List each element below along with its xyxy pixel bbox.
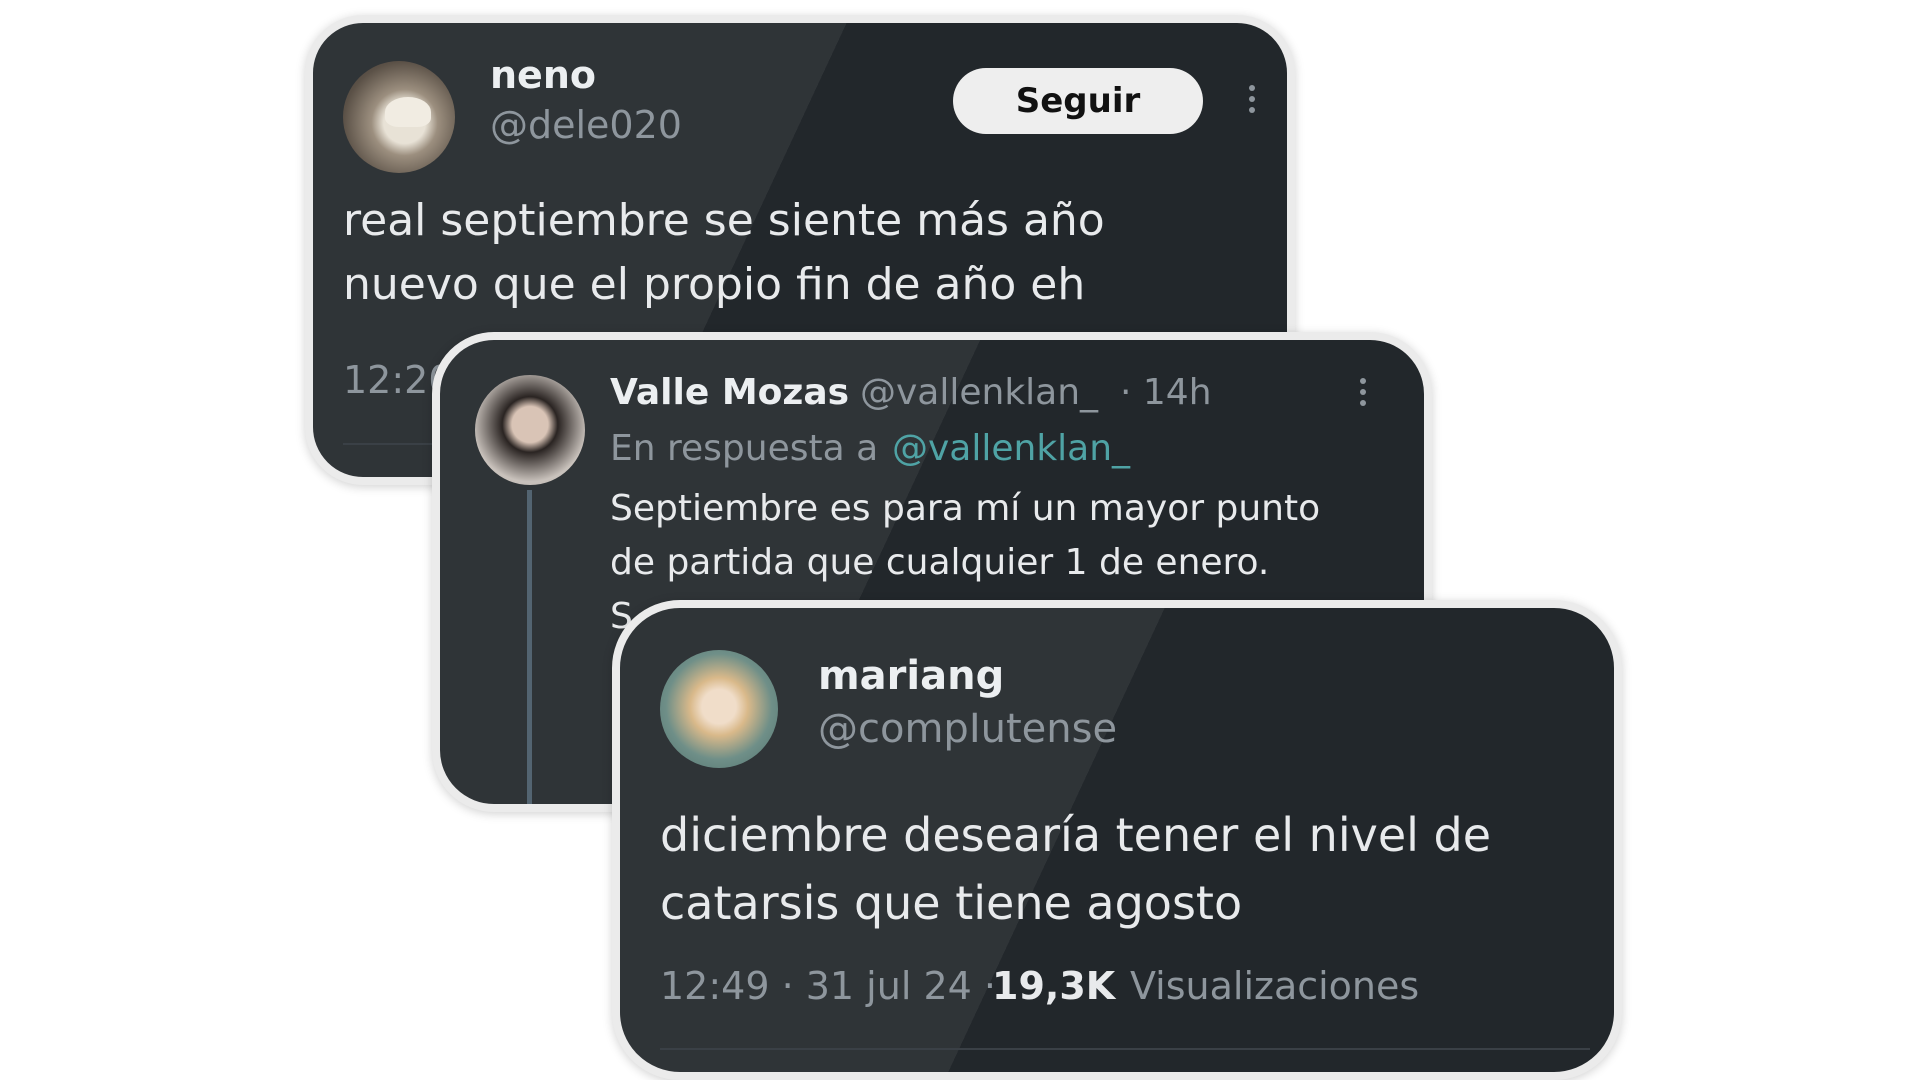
tweet-text-line1: diciembre desearía tener el nivel de [660,808,1492,862]
tweet-text-line2: de partida que cualquier 1 de enero. [610,542,1270,583]
more-vertical-icon[interactable] [1249,85,1257,113]
avatar-hat-shape [385,97,431,127]
author-name[interactable]: Valle Mozas [610,372,849,413]
views-count[interactable]: 19,3K [992,964,1115,1008]
views-label: Visualizaciones [1130,964,1420,1008]
tweet-age[interactable]: · 14h [1120,372,1212,413]
avatar[interactable] [475,375,585,485]
thread-line [527,490,532,804]
author-name[interactable]: neno [490,53,596,97]
tweet-text-line1: real septiembre se siente más año [343,195,1105,246]
author-handle[interactable]: @compIutense [818,706,1117,752]
tweet-text-line2: catarsis que tiene agosto [660,876,1243,930]
tweet-card-mariang[interactable]: mariang @compIutense diciembre desearía … [612,600,1622,1080]
tweet-timestamp[interactable]: 12:49 · 31 jul 24 · [660,964,996,1008]
avatar[interactable] [343,61,455,173]
author-handle[interactable]: @dele020 [490,103,682,147]
author-handle[interactable]: @vallenklan_ [860,372,1098,413]
reply-handle-link[interactable]: @vallenklan_ [892,428,1130,469]
author-name[interactable]: mariang [818,653,1004,699]
reply-prefix: En respuesta a [610,428,879,469]
follow-button[interactable]: Seguir [953,68,1203,134]
tweet-text-line2: nuevo que el propio fin de año eh [343,259,1086,310]
tweet-text-line1: Septiembre es para mí un mayor punto [610,488,1321,529]
avatar[interactable] [660,650,778,768]
divider [660,1048,1590,1050]
more-vertical-icon[interactable] [1360,378,1368,406]
